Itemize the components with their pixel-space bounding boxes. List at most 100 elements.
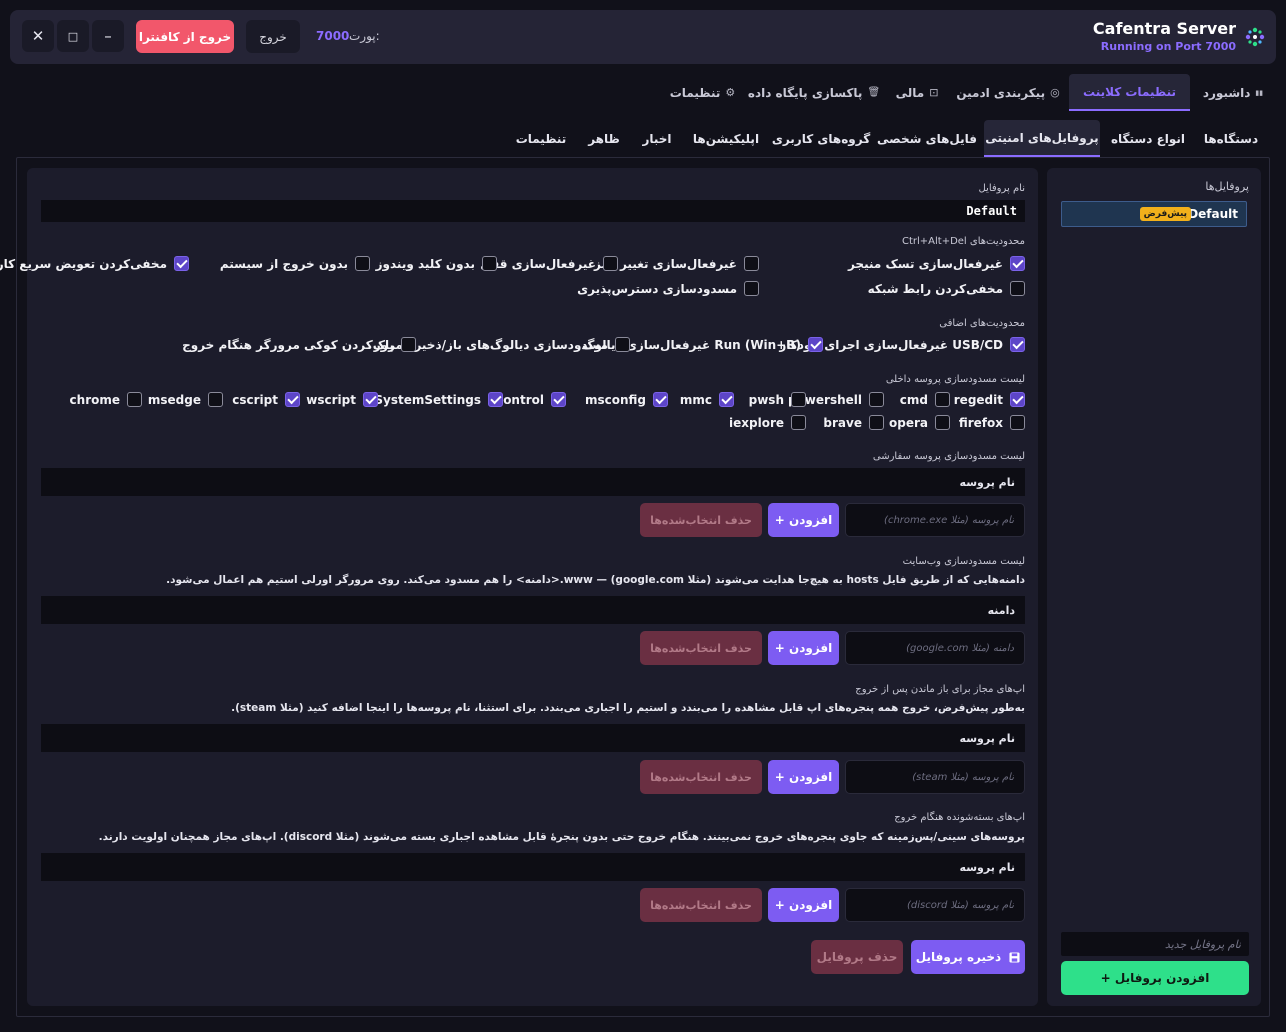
checkbox[interactable] (1010, 281, 1025, 296)
checkbox[interactable] (551, 392, 566, 407)
custom-process-table-header: نام پروسه (41, 468, 1025, 496)
maximize-window-button[interactable]: □ (57, 20, 89, 52)
website-input[interactable] (845, 631, 1025, 665)
website-delete-button[interactable]: حذف انتخاب‌شده‌ها (640, 631, 762, 665)
extra-option[interactable]: پاک‌کردن کوکی مرورگر هنگام خروج (182, 336, 416, 353)
checkbox[interactable] (935, 392, 950, 407)
closed-apps-delete-button[interactable]: حذف انتخاب‌شده‌ها (640, 888, 762, 922)
cad-option[interactable]: بدون خروج از سیستم (220, 255, 370, 272)
shield-icon: ◎ (1050, 86, 1060, 99)
checkbox[interactable] (285, 392, 300, 407)
profile-editor: نام پروفایل محدودیت‌های Ctrl+Alt+Del غیر… (0, 168, 1038, 1006)
process-option[interactable]: iexplore (729, 414, 806, 431)
checkbox[interactable] (174, 256, 189, 271)
checkbox[interactable] (488, 392, 503, 407)
checkbox[interactable] (744, 256, 759, 271)
checkbox[interactable] (1010, 256, 1025, 271)
process-option[interactable]: mmc (680, 391, 734, 408)
checkbox[interactable] (615, 337, 630, 352)
process-option[interactable]: SystemSettings (374, 391, 503, 408)
close-window-button[interactable]: ✕ (22, 20, 54, 52)
add-profile-button[interactable]: + افزودن پروفایل (1061, 961, 1249, 995)
checkbox[interactable] (869, 415, 884, 430)
checkbox[interactable] (355, 256, 370, 271)
process-option[interactable]: cscript (232, 391, 300, 408)
closed-apps-add-button[interactable]: + افزودن (768, 888, 839, 922)
checkbox[interactable] (482, 256, 497, 271)
process-option[interactable]: pwsh (749, 391, 806, 408)
minimize-window-button[interactable]: – (92, 20, 124, 52)
delete-profile-button[interactable]: حذف پروفایل (811, 940, 903, 974)
checkbox[interactable] (127, 392, 142, 407)
subtab-news[interactable]: اخبار (636, 120, 678, 157)
closed-apps-input[interactable] (845, 888, 1025, 922)
checkbox[interactable] (744, 281, 759, 296)
cad-option[interactable]: غیرفعال‌سازی قفل (480, 255, 618, 272)
process-option[interactable]: cmd (900, 391, 950, 408)
checkbox[interactable] (603, 256, 618, 271)
tab-db-cleanup[interactable]: پاکسازی پایگاه داده 🗑 (748, 74, 880, 111)
checkbox[interactable] (1010, 392, 1025, 407)
profile-name-field[interactable] (41, 200, 1025, 222)
cad-option[interactable]: مخفی‌کردن رابط شبکه (868, 280, 1025, 297)
checkbox-label: firefox (958, 415, 1003, 430)
checkbox-label: mmc (679, 392, 712, 407)
checkbox-label: iexplore (729, 415, 784, 430)
subtab-personal-files[interactable]: فایل‌های شخصی (877, 120, 977, 157)
subtab-appearance[interactable]: ظاهر (582, 120, 626, 157)
process-option[interactable]: brave (823, 414, 884, 431)
checkbox[interactable] (208, 392, 223, 407)
process-option[interactable]: regedit (954, 391, 1025, 408)
subtab-device-types[interactable]: انواع دستگاه (1105, 120, 1191, 157)
cad-option[interactable]: مخفی‌کردن تعویض سریع کاربر (0, 255, 189, 272)
new-profile-input[interactable] (1061, 932, 1249, 956)
cad-option[interactable]: بدون کلید ویندوز (376, 255, 497, 272)
checkbox[interactable] (401, 337, 416, 352)
tab-finance[interactable]: مالی ⊡ (888, 74, 946, 111)
subtab-user-groups[interactable]: گروه‌های کاربری (772, 120, 870, 157)
process-option[interactable]: firefox (959, 414, 1025, 431)
exit-button[interactable]: خروج (246, 20, 300, 53)
checkbox[interactable] (719, 392, 734, 407)
checkbox[interactable] (808, 337, 823, 352)
cad-option[interactable]: مسدودسازی دسترس‌پذیری (577, 280, 759, 297)
checkbox[interactable] (935, 415, 950, 430)
checkbox-label: cmd (899, 392, 928, 407)
website-add-button[interactable]: + افزودن (768, 631, 839, 665)
process-option[interactable]: msconfig (585, 391, 668, 408)
save-profile-button[interactable]: ذخیره پروفایل (911, 940, 1025, 974)
tab-settings[interactable]: تنظیمات ⚙ (665, 74, 740, 111)
subtab-settings[interactable]: تنظیمات (510, 120, 572, 157)
tab-dashboard[interactable]: داشبورد ▮▮ (1197, 74, 1269, 111)
tab-client-settings[interactable]: تنظیمات کلاینت (1069, 74, 1190, 111)
custom-process-add-button[interactable]: + افزودن (768, 503, 839, 537)
allowed-apps-input[interactable] (845, 760, 1025, 794)
checkbox[interactable] (791, 415, 806, 430)
process-option[interactable]: control (496, 391, 566, 408)
checkbox[interactable] (791, 392, 806, 407)
custom-process-delete-button[interactable]: حذف انتخاب‌شده‌ها (640, 503, 762, 537)
process-option[interactable]: opera (889, 414, 950, 431)
checkbox[interactable] (869, 392, 884, 407)
process-option[interactable]: wscript (306, 391, 378, 408)
port-label: پورت: (349, 29, 380, 43)
checkbox[interactable] (1010, 337, 1025, 352)
cad-option[interactable]: غیرفعال‌سازی تغییر رمز (594, 255, 759, 272)
subtab-applications[interactable]: اپلیکیشن‌ها (688, 120, 764, 157)
process-option[interactable]: msedge (148, 391, 223, 408)
tab-admin-config[interactable]: پیکربندی ادمین ◎ (956, 74, 1060, 111)
checkbox-label: غیرفعال‌سازی تسک منیجر (847, 256, 1003, 271)
allowed-apps-delete-button[interactable]: حذف انتخاب‌شده‌ها (640, 760, 762, 794)
subtab-security-profiles[interactable]: پروفایل‌های امنیتی (984, 120, 1100, 157)
profile-list-item[interactable]: Default پیش‌فرض (1061, 201, 1247, 227)
checkbox-label: control (496, 392, 544, 407)
exit-kafentra-button[interactable]: خروج از کافنترا (136, 20, 234, 53)
custom-process-input[interactable] (845, 503, 1025, 537)
checkbox[interactable] (653, 392, 668, 407)
checkbox[interactable] (363, 392, 378, 407)
allowed-apps-add-button[interactable]: + افزودن (768, 760, 839, 794)
subtab-devices[interactable]: دستگاه‌ها (1198, 120, 1264, 157)
cad-option[interactable]: غیرفعال‌سازی تسک منیجر (848, 255, 1025, 272)
checkbox[interactable] (1010, 415, 1025, 430)
process-option[interactable]: chrome (70, 391, 142, 408)
